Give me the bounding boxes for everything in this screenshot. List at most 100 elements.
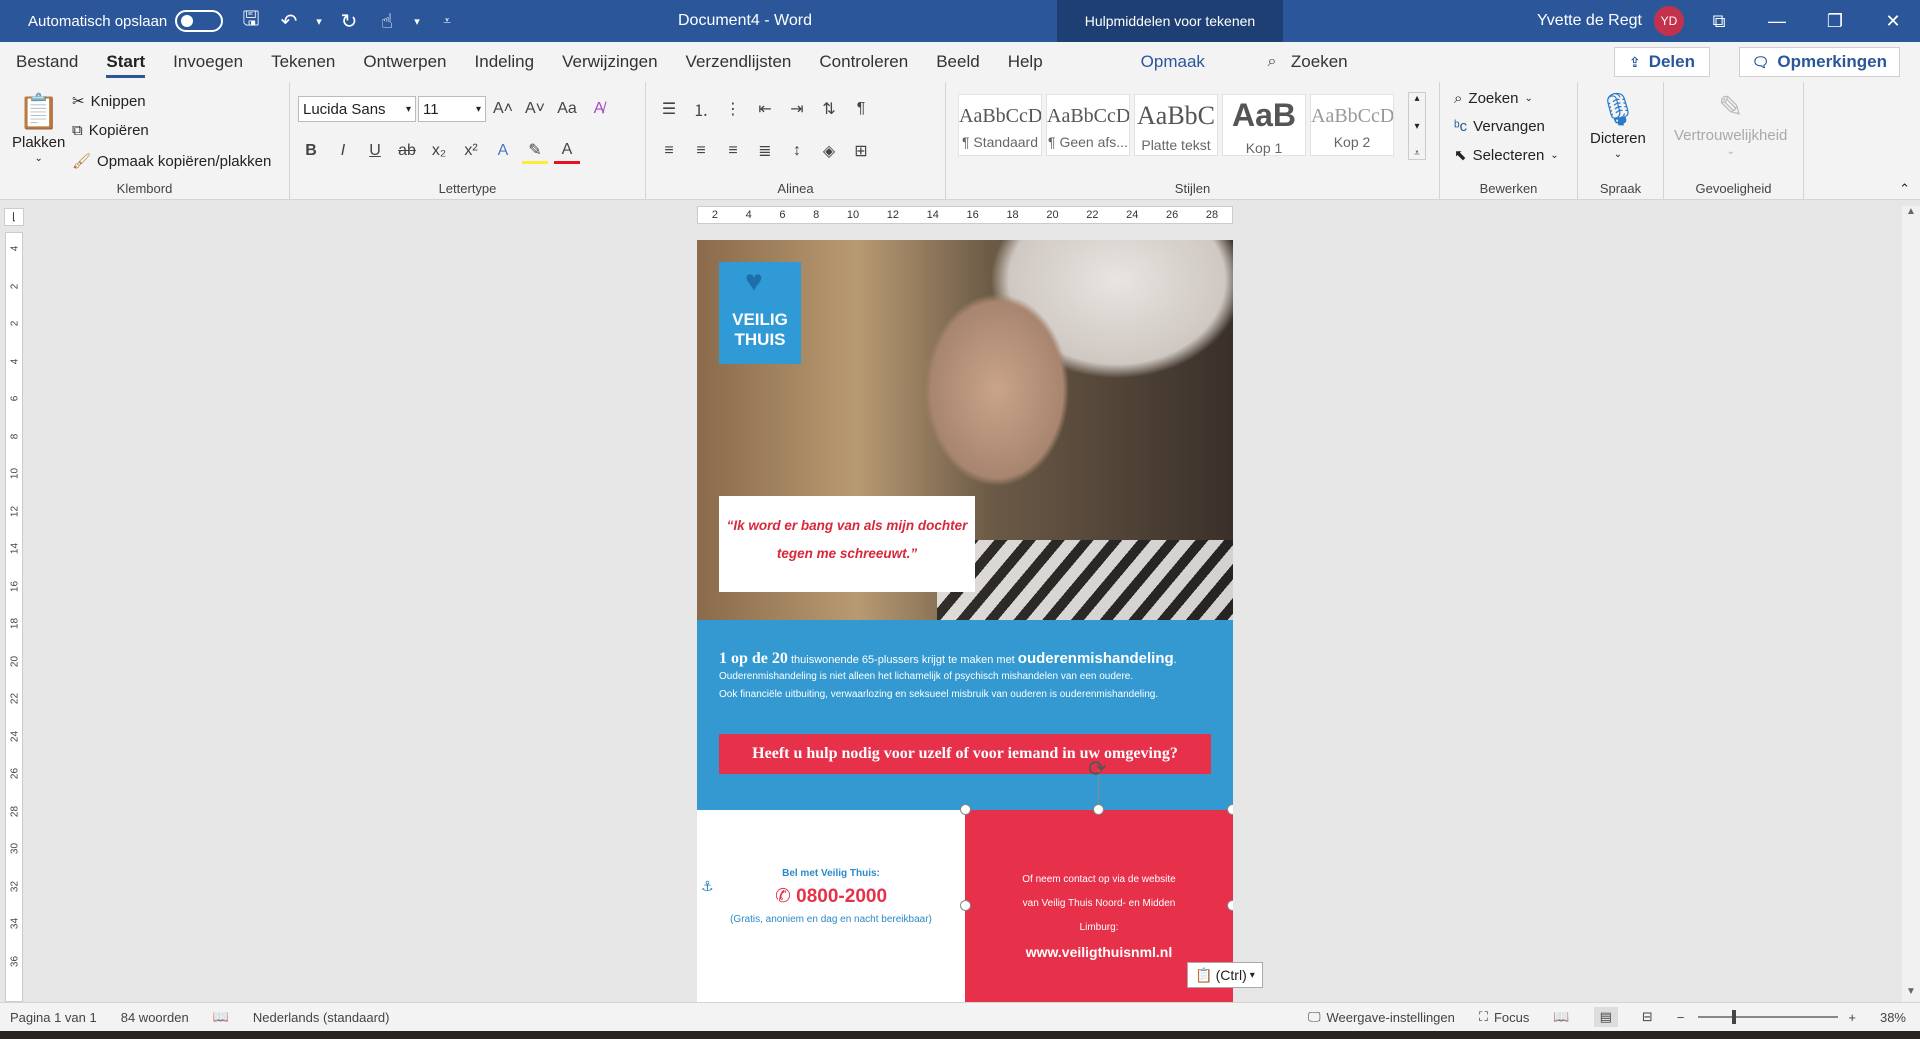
resize-handle[interactable]	[960, 900, 971, 911]
replace-button[interactable]: ᵇc Vervangen	[1454, 118, 1545, 135]
redo-icon[interactable]: ↻	[334, 6, 364, 36]
bullets-icon[interactable]: ☰	[656, 96, 682, 122]
language[interactable]: Nederlands (standaard)	[253, 1010, 390, 1025]
tab-tekenen[interactable]: Tekenen	[257, 42, 349, 82]
style-geen-afstand[interactable]: AaBbCcD ¶ Geen afs...	[1046, 94, 1130, 156]
chevron-down-icon[interactable]: ▾	[312, 6, 326, 36]
zoom-in-icon[interactable]: +	[1848, 1010, 1856, 1025]
highlight-icon[interactable]: ✎	[522, 138, 548, 164]
style-kop-2[interactable]: AaBbCcD Kop 2	[1310, 94, 1394, 156]
style-platte-tekst[interactable]: AaBbC Platte tekst	[1134, 94, 1218, 156]
tab-verzendlijsten[interactable]: Verzendlijsten	[672, 42, 806, 82]
cut-button[interactable]: ✂ Knippen	[72, 92, 146, 111]
tab-beeld[interactable]: Beeld	[922, 42, 993, 82]
cta-banner[interactable]: Heeft u hulp nodig voor uzelf of voor ie…	[719, 734, 1211, 774]
autosave-toggle[interactable]	[175, 10, 224, 32]
info-band[interactable]: 1 op de 20 thuiswonende 65-plussers krij…	[697, 620, 1233, 810]
read-mode-icon[interactable]: 📖	[1553, 1009, 1569, 1025]
find-button[interactable]: ⌕ Zoeken ⌄	[1454, 90, 1533, 107]
phone-panel[interactable]: ⚓ Bel met Veilig Thuis: ✆ 0800-2000 (Gra…	[697, 810, 965, 1002]
autosave[interactable]: Automatisch opslaan	[28, 0, 224, 42]
paste-button[interactable]: 📋 Plakken ⌄	[12, 92, 65, 164]
pilcrow-icon[interactable]: ¶	[848, 96, 874, 122]
print-layout-icon[interactable]: ▤	[1593, 1007, 1618, 1027]
avatar[interactable]: YD	[1653, 6, 1684, 36]
resize-handle[interactable]	[960, 804, 971, 815]
font-family-select[interactable]: Lucida Sans ▾	[298, 96, 416, 122]
account[interactable]: Yvette de Regt YD	[1537, 0, 1684, 42]
align-right-icon[interactable]: ≡	[720, 138, 746, 164]
zoom-slider[interactable]	[1698, 1010, 1839, 1024]
dictate-button[interactable]: 🎙 Dicteren ⌄	[1590, 90, 1646, 160]
document-page[interactable]: ♥ VEILIG THUIS “Ik word er bang van als …	[697, 240, 1233, 1002]
tab-start[interactable]: Start	[92, 42, 159, 82]
underline-icon[interactable]: U	[362, 138, 388, 164]
rotate-handle-icon[interactable]: ⟳	[1088, 756, 1106, 782]
decrease-indent-icon[interactable]: ⇤	[752, 96, 778, 122]
scroll-up-icon[interactable]: ▲	[1902, 206, 1920, 222]
font-size-select[interactable]: 11 ▾	[418, 96, 486, 122]
tab-ontwerpen[interactable]: Ontwerpen	[349, 42, 460, 82]
align-center-icon[interactable]: ≡	[688, 138, 714, 164]
resize-handle[interactable]	[1227, 804, 1233, 815]
ribbon-display-icon[interactable]: ⧉	[1690, 0, 1748, 42]
line-spacing-icon[interactable]: ↕	[784, 138, 810, 164]
grow-font-icon[interactable]: A˄	[490, 96, 516, 122]
chevron-up-icon[interactable]: ▴	[1414, 93, 1419, 104]
page-count[interactable]: Pagina 1 van 1	[10, 1010, 97, 1025]
vertical-scrollbar[interactable]: ▲ ▼	[1902, 206, 1920, 1002]
numbering-icon[interactable]: ⒈	[688, 96, 714, 122]
chevron-down-icon[interactable]: ▾	[1414, 121, 1419, 132]
web-layout-icon[interactable]: ⊟	[1642, 1009, 1653, 1025]
select-button[interactable]: ⬉ Selecteren ⌄	[1454, 146, 1559, 165]
tab-verwijzingen[interactable]: Verwijzingen	[548, 42, 671, 82]
sort-icon[interactable]: ⇅	[816, 96, 842, 122]
paste-options-button[interactable]: 📋 (Ctrl) ▾	[1187, 962, 1263, 988]
comments-button[interactable]: 🗨 Opmerkingen	[1738, 47, 1900, 77]
horizontal-ruler[interactable]: 2 4 6 8 10 12 14 16 18 20 22 24 26 28	[697, 206, 1233, 224]
font-color-icon[interactable]: A	[554, 138, 580, 164]
share-button[interactable]: ⇪ Delen	[1613, 47, 1710, 77]
shrink-font-icon[interactable]: A˅	[522, 96, 548, 122]
search-tab[interactable]: ⌕ Zoeken	[1259, 49, 1347, 75]
tab-bestand[interactable]: Bestand	[2, 42, 92, 82]
styles-scroll[interactable]: ▴ ▾ ⩡	[1408, 92, 1426, 160]
sensitivity-button[interactable]: ✎ Vertrouwelijkheid ⌄	[1674, 90, 1787, 157]
tab-controleren[interactable]: Controleren	[805, 42, 922, 82]
display-settings[interactable]: 🖵 Weergave-instellingen	[1308, 1009, 1455, 1025]
increase-indent-icon[interactable]: ⇥	[784, 96, 810, 122]
more-styles-icon[interactable]: ⩡	[1414, 148, 1420, 159]
close-icon[interactable]: ✕	[1864, 0, 1920, 42]
format-painter-button[interactable]: 🖌 Opmaak kopiëren/plakken	[72, 152, 271, 171]
elderly-woman-photo[interactable]: ♥ VEILIG THUIS “Ik word er bang van als …	[697, 240, 1233, 620]
align-left-icon[interactable]: ≡	[656, 138, 682, 164]
copy-button[interactable]: ⧉ Kopiëren	[72, 122, 149, 139]
subscript-icon[interactable]: x₂	[426, 138, 452, 164]
quote-box[interactable]: “Ik word er bang van als mijn dochter te…	[719, 496, 975, 592]
style-standaard[interactable]: AaBbCcD ¶ Standaard	[958, 94, 1042, 156]
save-icon[interactable]: 🖫	[236, 6, 266, 36]
zoom-out-icon[interactable]: −	[1677, 1010, 1685, 1025]
collapse-ribbon-icon[interactable]: ⌃	[1899, 181, 1910, 197]
justify-icon[interactable]: ≣	[752, 138, 778, 164]
superscript-icon[interactable]: x²	[458, 138, 484, 164]
style-kop-1[interactable]: AaB Kop 1	[1222, 94, 1306, 156]
resize-handle[interactable]	[1227, 900, 1233, 911]
strikethrough-icon[interactable]: ab	[394, 138, 420, 164]
customize-qat-icon[interactable]: ⩡	[432, 6, 462, 36]
tab-opmaak[interactable]: Opmaak	[1127, 42, 1219, 82]
word-count[interactable]: 84 woorden	[121, 1010, 189, 1025]
vertical-ruler[interactable]: 4 2 2 4 6 8 10 12 14 16 18 20 22 24 26 28 30 32 34 36	[5, 232, 23, 1002]
borders-icon[interactable]: ⊞	[848, 138, 874, 164]
chevron-down-icon[interactable]: ▾	[410, 6, 424, 36]
proofing-icon[interactable]: 📖	[213, 1009, 229, 1025]
bold-icon[interactable]: B	[298, 138, 324, 164]
tab-selector[interactable]: ⌊	[4, 208, 24, 226]
scroll-down-icon[interactable]: ▼	[1902, 986, 1920, 1002]
tab-indeling[interactable]: Indeling	[461, 42, 549, 82]
tab-help[interactable]: Help	[994, 42, 1057, 82]
touch-mode-icon[interactable]: ☝	[372, 6, 402, 36]
minimize-icon[interactable]: —	[1748, 0, 1806, 42]
tab-invoegen[interactable]: Invoegen	[159, 42, 257, 82]
undo-icon[interactable]: ↶	[274, 6, 304, 36]
